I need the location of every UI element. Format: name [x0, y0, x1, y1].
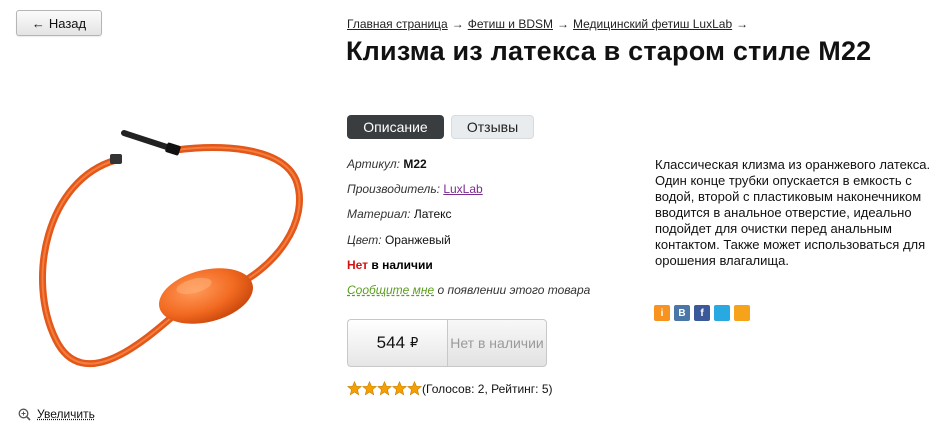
material-value: Латекс	[413, 207, 452, 221]
material-label: Материал:	[347, 207, 411, 221]
out-of-stock-button[interactable]: Нет в наличии	[447, 319, 547, 367]
stock-status-prefix: Нет	[347, 258, 369, 272]
star-icon[interactable]	[362, 381, 377, 396]
odnoklassniki-icon[interactable]: i	[654, 305, 670, 321]
twitter-icon[interactable]	[714, 305, 730, 321]
color-row: Цвет: Оранжевый	[347, 233, 451, 247]
rating-stars[interactable]	[347, 381, 422, 396]
price-value: 544	[376, 333, 406, 352]
ruble-icon: ₽	[410, 335, 419, 350]
arrow-left-icon: ←	[31, 15, 45, 31]
sku-label: Артикул:	[347, 157, 400, 171]
color-value: Оранжевый	[384, 233, 451, 247]
stock-status-suffix: в наличии	[371, 258, 433, 272]
star-icon[interactable]	[392, 381, 407, 396]
share-icons: iBf	[654, 305, 750, 321]
breadcrumb-separator: →	[736, 17, 749, 31]
moimir-icon[interactable]	[734, 305, 750, 321]
zoom-label: Увеличить	[37, 407, 95, 421]
breadcrumb: Главная страница → Фетиш и BDSM → Медицински…	[347, 17, 752, 31]
manufacturer-row: Производитель: LuxLab	[347, 182, 483, 196]
product-description: Классическая клизма из оранжевого латекс…	[655, 157, 931, 268]
enema-bulb-image	[39, 130, 303, 368]
back-button[interactable]: ← Назад	[16, 10, 102, 36]
zoom-in-icon	[18, 408, 31, 421]
sku-row: Артикул: M22	[347, 157, 427, 171]
material-row: Материал: Латекс	[347, 207, 452, 221]
facebook-icon[interactable]: f	[694, 305, 710, 321]
notify-me-link[interactable]: Сообщите мне	[347, 283, 434, 297]
manufacturer-link[interactable]: LuxLab	[443, 182, 482, 196]
zoom-link[interactable]: Увеличить	[18, 407, 95, 421]
price-box: 544 ₽	[347, 319, 447, 367]
stock-status: Нет в наличии	[347, 258, 433, 272]
breadcrumb-separator: →	[451, 17, 464, 31]
rating: (Голосов: 2, Рейтинг: 5)	[347, 381, 553, 396]
star-icon[interactable]	[377, 381, 392, 396]
rating-text: (Голосов: 2, Рейтинг: 5)	[422, 381, 553, 396]
page-title: Клизма из латекса в старом стиле M22	[346, 36, 872, 66]
notify-text: о появлении этого товара	[437, 283, 591, 297]
star-icon[interactable]	[347, 381, 362, 396]
breadcrumb-home[interactable]: Главная страница	[347, 17, 448, 31]
product-image[interactable]	[16, 100, 318, 400]
color-label: Цвет:	[347, 233, 382, 247]
breadcrumb-medical-fetish[interactable]: Медицинский фетиш LuxLab	[573, 17, 732, 31]
vkontakte-icon[interactable]: B	[674, 305, 690, 321]
sku-value: M22	[403, 157, 427, 171]
notify-line: Сообщите мне о появлении этого товара	[347, 283, 590, 297]
manufacturer-label: Производитель:	[347, 182, 440, 196]
star-icon[interactable]	[407, 381, 422, 396]
breadcrumb-separator: →	[557, 17, 569, 31]
tab-description[interactable]: Описание	[347, 115, 444, 139]
tab-reviews[interactable]: Отзывы	[451, 115, 534, 139]
breadcrumb-fetish-bdsm[interactable]: Фетиш и BDSM	[468, 17, 553, 31]
back-button-label: Назад	[48, 15, 87, 31]
